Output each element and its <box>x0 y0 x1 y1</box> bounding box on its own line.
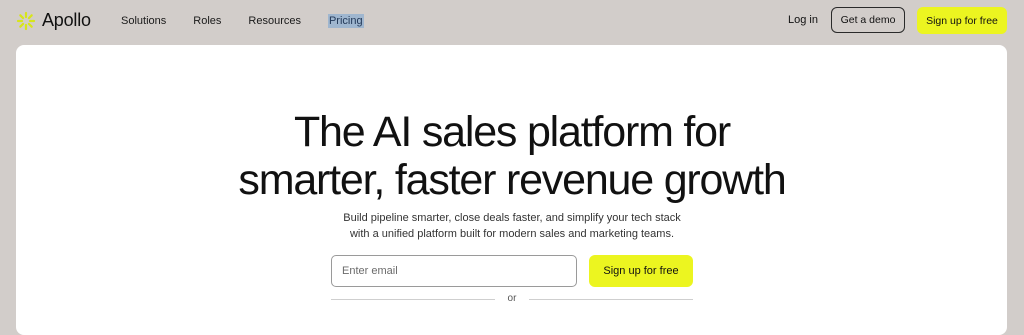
hero-headline-line-1: The AI sales platform for <box>293 108 731 156</box>
divider-line-left <box>331 299 495 300</box>
or-divider: or <box>331 293 693 306</box>
email-input[interactable] <box>331 255 577 287</box>
nav-item-solutions[interactable]: Solutions <box>121 14 166 28</box>
or-label: or <box>507 293 517 304</box>
hero-headline: The AI sales platform for smarter, faste… <box>0 108 1024 204</box>
main-nav: Solutions Roles Resources Pricing <box>121 14 391 28</box>
nav-item-resources[interactable]: Resources <box>248 14 301 28</box>
divider-line-right <box>529 299 693 300</box>
nav-item-pricing[interactable]: Pricing <box>327 14 364 28</box>
logo-text: Apollo <box>42 10 91 30</box>
top-navigation: Apollo Solutions Roles Resources Pricing… <box>0 0 1024 44</box>
signup-button-nav[interactable]: Sign up for free <box>917 7 1007 34</box>
apollo-logo[interactable]: Apollo <box>16 10 91 31</box>
nav-item-roles[interactable]: Roles <box>193 14 221 28</box>
get-demo-button[interactable]: Get a demo <box>831 7 905 33</box>
hero-headline-line-2: smarter, faster revenue growth <box>238 156 786 204</box>
hero-subtext: Build pipeline smarter, close deals fast… <box>0 210 1024 242</box>
login-link[interactable]: Log in <box>788 14 818 26</box>
hero-subtext-line-1: Build pipeline smarter, close deals fast… <box>343 212 681 224</box>
hero-subtext-line-2: with a unified platform built for modern… <box>349 228 675 240</box>
sun-burst-icon <box>16 11 36 30</box>
signup-button-hero[interactable]: Sign up for free <box>589 255 693 287</box>
